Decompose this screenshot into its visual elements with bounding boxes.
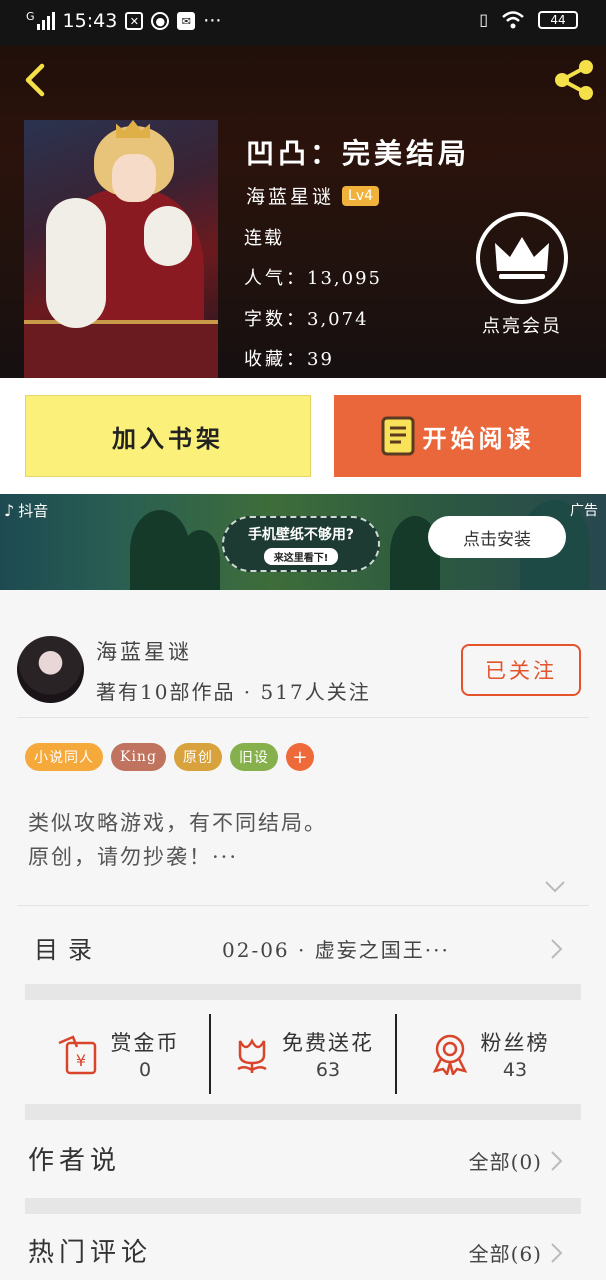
book-popularity: 人气：13,095 — [244, 264, 382, 290]
chevron-right-icon — [551, 1151, 563, 1171]
stat-value: 43 — [502, 1059, 528, 1081]
chevron-right-icon — [551, 1243, 563, 1263]
author-says-row[interactable]: 作者说 全部(0) — [0, 1122, 606, 1198]
add-tag-button[interactable]: + — [285, 743, 314, 771]
free-flowers[interactable]: 免费送花 63 — [209, 1014, 395, 1094]
support-stats: ¥ 赏金币 0 免费送花 63 粉丝榜 43 — [25, 1014, 581, 1094]
back-icon[interactable] — [18, 60, 58, 100]
douyin-icon: ♪ — [4, 501, 15, 520]
vibrate-icon: ▯ — [479, 10, 488, 29]
red-envelope-icon: ¥ — [58, 1035, 96, 1075]
favorites-label: 收藏： — [244, 349, 307, 370]
stat-value: 0 — [138, 1059, 152, 1081]
crown-icon — [476, 212, 568, 304]
vip-label: 点亮会员 — [482, 316, 562, 337]
chat-icon: ● — [151, 12, 170, 30]
popularity-value: 13,095 — [307, 268, 382, 289]
chevron-down-icon[interactable] — [544, 880, 566, 894]
description-line: 类似攻略游戏，有不同结局。 — [28, 811, 327, 835]
more-notifications-icon: ··· — [203, 10, 222, 32]
section-separator — [25, 984, 581, 1000]
book-favorites: 收藏：39 — [244, 345, 334, 371]
notification-icon: ✕ — [125, 12, 144, 30]
ad-subline: 来这里看下! — [263, 548, 339, 565]
add-to-shelf-button[interactable]: 加入书架 — [25, 395, 311, 477]
mail-icon: ✉ — [177, 12, 196, 30]
ad-banner[interactable]: ♪ 抖音 广告 手机壁纸不够用? 来这里看下! 点击安装 — [0, 494, 606, 590]
hot-comments-more: 全部(6) — [468, 1242, 542, 1266]
book-words: 字数：3,074 — [244, 305, 369, 331]
details-panel: 海蓝星谜 著有10部作品 · 517人关注 已关注 小说同人 King 原创 旧… — [0, 622, 606, 1280]
ad-install-button[interactable]: 点击安装 — [428, 516, 566, 558]
section-separator — [25, 1198, 581, 1214]
svg-text:¥: ¥ — [75, 1051, 85, 1070]
author-stats: 著有10部作品 · 517人关注 — [96, 680, 371, 704]
divider — [17, 717, 589, 718]
toc-title: 目录 — [34, 936, 102, 964]
book-title: 凹凸：完美结局 — [246, 137, 471, 170]
battery-icon: 44 — [538, 10, 578, 29]
section-separator — [25, 1104, 581, 1120]
author-says-title: 作者说 — [28, 1146, 122, 1176]
latest-chapter: 02-06 · 虚妄之国王··· — [222, 938, 450, 962]
signal-icon: G — [26, 10, 55, 30]
divider — [17, 905, 589, 906]
tag-item[interactable]: 原创 — [173, 743, 222, 771]
stat-value: 63 — [315, 1059, 341, 1081]
ad-source: ♪ 抖音 — [4, 500, 48, 521]
stat-label: 免费送花 — [282, 1031, 374, 1055]
follow-button[interactable]: 已关注 — [461, 644, 581, 696]
status-bar: G 15:43 ✕ ● ✉ ··· ▯ 44 — [0, 0, 606, 46]
tag-list: 小说同人 King 原创 旧设 + — [25, 743, 314, 771]
ad-source-label: 抖音 — [18, 502, 49, 520]
flower-icon — [237, 1038, 267, 1073]
author-name[interactable]: 海蓝星谜 — [96, 636, 192, 666]
start-reading-button[interactable]: 开始阅读 — [334, 395, 581, 477]
ad-headline: 手机壁纸不够用? 来这里看下! — [222, 516, 380, 572]
book-cover[interactable] — [24, 120, 218, 378]
book-author-line: 海蓝星谜 Lv4 — [246, 182, 380, 209]
popularity-label: 人气： — [244, 268, 307, 289]
network-type: G — [26, 10, 35, 23]
medal-icon — [432, 1034, 467, 1075]
ad-headline-text: 手机壁纸不够用? — [247, 527, 355, 543]
book-icon — [381, 416, 414, 456]
wifi-icon — [502, 10, 524, 28]
status-time: 15:43 — [62, 10, 118, 32]
book-header: G 15:43 ✕ ● ✉ ··· ▯ 44 凹凸：完美结局 海蓝星谜 Lv4 … — [0, 0, 606, 378]
chevron-right-icon — [551, 939, 563, 959]
tag-item[interactable]: 小说同人 — [25, 743, 103, 771]
book-status: 连载 — [244, 228, 284, 249]
vip-button[interactable]: 点亮会员 — [474, 212, 570, 342]
author-says-more: 全部(0) — [468, 1150, 542, 1174]
battery-level: 44 — [550, 12, 566, 27]
book-author[interactable]: 海蓝星谜 — [246, 182, 334, 209]
share-icon[interactable] — [550, 56, 598, 104]
start-reading-label: 开始阅读 — [422, 423, 535, 453]
stat-label: 粉丝榜 — [480, 1031, 550, 1055]
tag-item[interactable]: King — [111, 743, 166, 771]
author-level-badge: Lv4 — [342, 185, 380, 206]
favorites-value: 39 — [307, 349, 334, 370]
tag-item[interactable]: 旧设 — [229, 743, 278, 771]
stat-label: 赏金币 — [110, 1031, 180, 1055]
words-value: 3,074 — [307, 309, 369, 330]
fan-ranking[interactable]: 粉丝榜 43 — [395, 1014, 581, 1094]
hot-comments-row[interactable]: 热门评论 全部(6) — [0, 1214, 606, 1280]
description-line: 原创，请勿抄袭！··· — [28, 845, 239, 869]
book-description[interactable]: 类似攻略游戏，有不同结局。 原创，请勿抄袭！··· — [28, 806, 327, 874]
table-of-contents-row[interactable]: 目录 02-06 · 虚妄之国王··· — [0, 912, 606, 984]
hot-comments-title: 热门评论 — [28, 1238, 153, 1268]
author-avatar[interactable] — [17, 636, 84, 703]
reward-coins[interactable]: ¥ 赏金币 0 — [25, 1014, 209, 1094]
words-label: 字数： — [244, 309, 307, 330]
action-bar: 加入书架 开始阅读 — [0, 378, 606, 494]
ad-label: 广告 — [570, 503, 598, 519]
